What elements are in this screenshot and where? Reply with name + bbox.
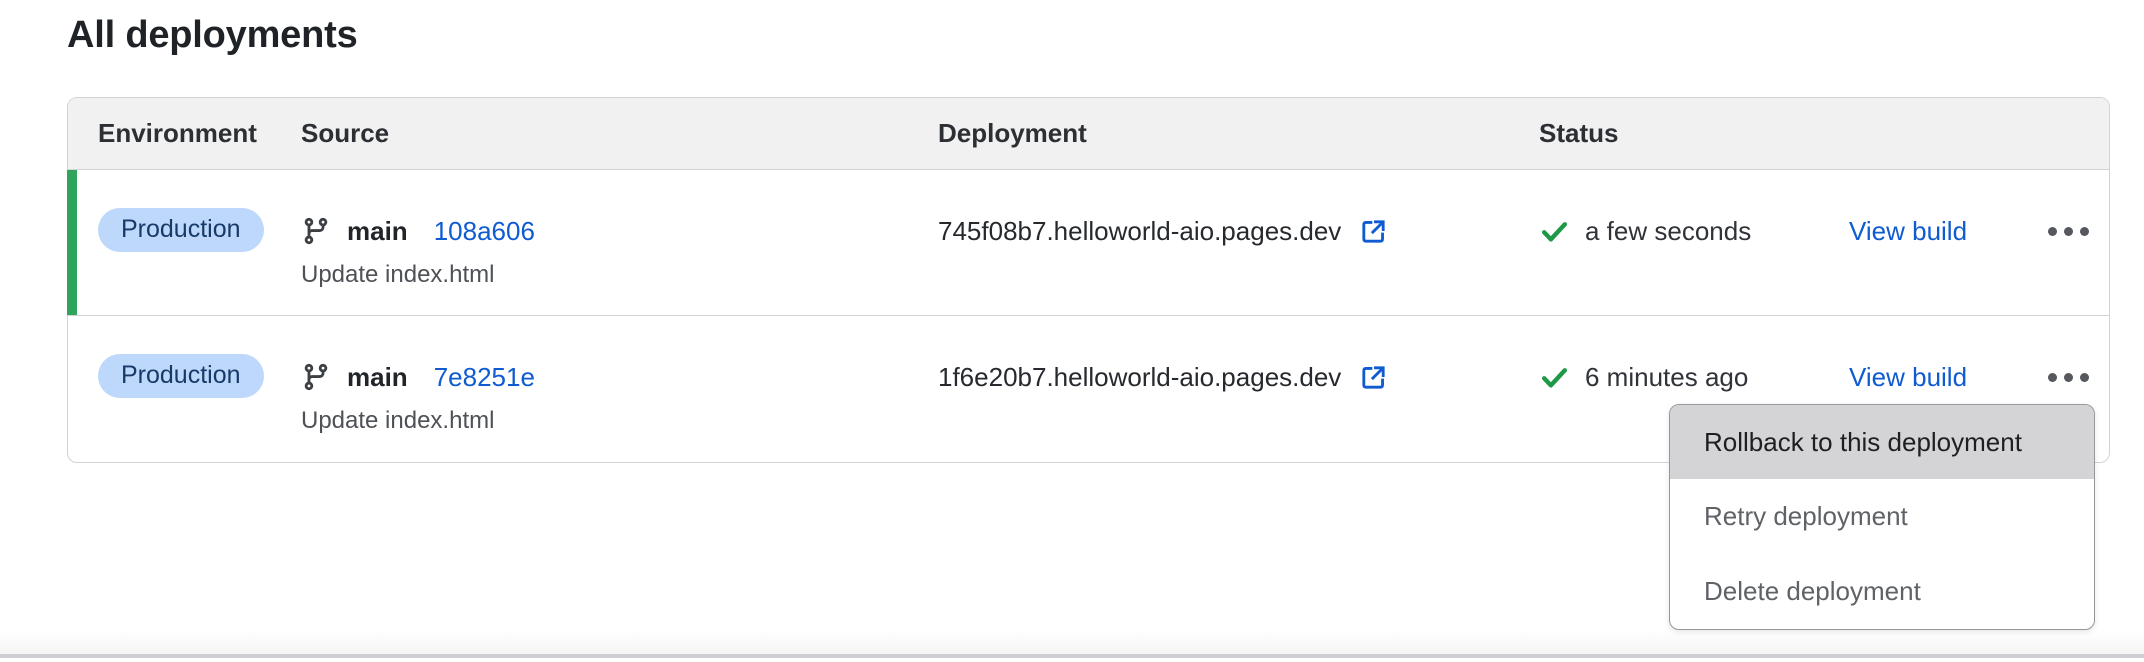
deployment-context-menu: Rollback to this deployment Retry deploy… <box>1669 404 2095 630</box>
menu-cell <box>2046 208 2111 254</box>
table-row: Production main 108a606 Update index.htm… <box>68 170 2109 316</box>
deployment-cell: 1f6e20b7.helloworld-aio.pages.dev <box>938 354 1539 400</box>
action-cell: View build <box>1849 208 2046 254</box>
commit-message: Update index.html <box>301 407 938 435</box>
column-header-environment: Environment <box>98 118 301 149</box>
more-options-button[interactable] <box>2046 367 2091 388</box>
menu-item-retry[interactable]: Retry deployment <box>1670 479 2094 554</box>
environment-badge: Production <box>98 208 264 252</box>
menu-item-delete[interactable]: Delete deployment <box>1670 554 2094 629</box>
more-options-button[interactable] <box>2046 221 2091 242</box>
menu-cell <box>2046 354 2111 400</box>
deployment-url: 1f6e20b7.helloworld-aio.pages.dev <box>938 362 1341 393</box>
page-title: All deployments <box>67 14 358 57</box>
check-icon <box>1539 362 1570 393</box>
source-cell: main 7e8251e Update index.html <box>301 354 938 435</box>
column-header-status: Status <box>1539 118 1849 149</box>
status-cell: 6 minutes ago <box>1539 354 1849 400</box>
environment-cell: Production <box>98 208 301 252</box>
environment-cell: Production <box>98 354 301 398</box>
commit-message: Update index.html <box>301 261 938 289</box>
environment-badge: Production <box>98 354 264 398</box>
section-divider <box>0 654 2144 658</box>
status-cell: a few seconds <box>1539 208 1849 254</box>
view-build-link[interactable]: View build <box>1849 362 1967 393</box>
git-branch-icon <box>301 362 331 392</box>
branch-name: main <box>347 362 408 393</box>
external-link-icon[interactable] <box>1358 216 1389 247</box>
source-cell: main 108a606 Update index.html <box>301 208 938 289</box>
menu-item-rollback[interactable]: Rollback to this deployment <box>1670 405 2094 479</box>
status-time: a few seconds <box>1585 216 1751 247</box>
external-link-icon[interactable] <box>1358 362 1389 393</box>
section-bottom-fade <box>0 630 2144 654</box>
commit-link[interactable]: 108a606 <box>434 216 535 247</box>
deployment-cell: 745f08b7.helloworld-aio.pages.dev <box>938 208 1539 254</box>
current-deployment-indicator <box>67 170 77 315</box>
column-header-deployment: Deployment <box>938 118 1539 149</box>
deployment-url: 745f08b7.helloworld-aio.pages.dev <box>938 216 1341 247</box>
view-build-link[interactable]: View build <box>1849 216 1967 247</box>
table-header: Environment Source Deployment Status <box>68 98 2109 170</box>
check-icon <box>1539 216 1570 247</box>
git-branch-icon <box>301 216 331 246</box>
commit-link[interactable]: 7e8251e <box>434 362 535 393</box>
action-cell: View build <box>1849 354 2046 400</box>
branch-name: main <box>347 216 408 247</box>
deployments-page: All deployments Environment Source Deplo… <box>0 0 2144 662</box>
status-time: 6 minutes ago <box>1585 362 1748 393</box>
column-header-source: Source <box>301 118 938 149</box>
